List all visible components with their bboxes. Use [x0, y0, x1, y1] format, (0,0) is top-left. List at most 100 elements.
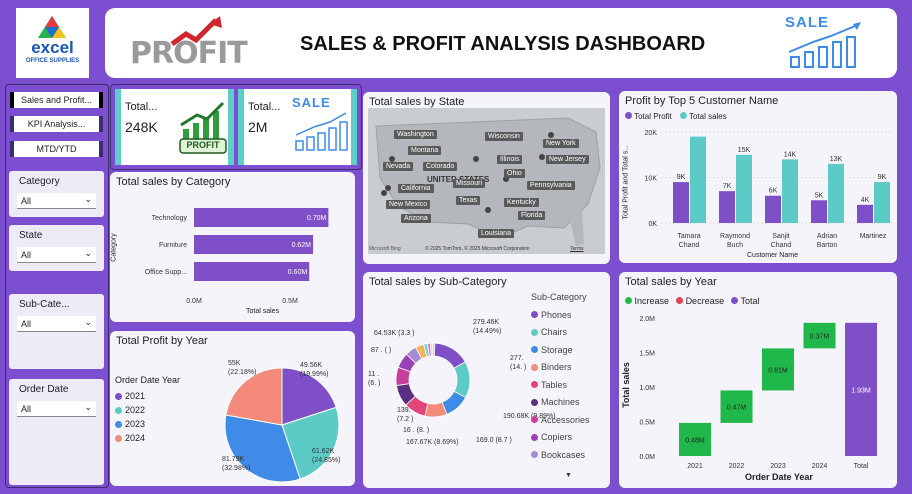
category-data-label: 0.62M	[292, 242, 312, 249]
subcat-data-label: 279.46K	[473, 319, 499, 326]
nav-kpi-analysis[interactable]: KPI Analysis...	[10, 116, 103, 132]
subcat-data-label: 11 .	[368, 371, 379, 378]
top5-tick-label: Sanjit	[772, 233, 790, 240]
top5-bar[interactable]	[811, 200, 827, 223]
slicer-state-value: All	[21, 249, 32, 260]
top5-bar[interactable]	[690, 136, 706, 223]
map-state-bubble[interactable]	[385, 185, 391, 191]
slicer-category-label: Category	[19, 176, 60, 187]
top5-chart: 20K 10K 0K 9K Tamara Chand 7K 15K Raymond Buch 6K 1…	[645, 130, 891, 249]
top5-bar[interactable]	[736, 154, 752, 223]
waterfall-data-label: 0.61M	[768, 367, 788, 374]
profit-year-card: Total Profit by Year Order Date Year 202…	[110, 331, 355, 486]
map-state-label[interactable]: Washington	[394, 130, 437, 139]
subcat-slice[interactable]	[432, 342, 436, 357]
category-data-label: 0.60M	[288, 269, 308, 276]
chevron-down-icon: ⌄	[84, 402, 92, 412]
page-title: SALES & PROFIT ANALYSIS DASHBOARD	[300, 33, 706, 55]
subcat-legend-item[interactable]: Phones	[531, 306, 590, 324]
top5-bar[interactable]	[765, 195, 781, 223]
top5-bar[interactable]	[874, 182, 890, 223]
map-copyright: © 2025 TomTom, © 2025 Microsoft Corporat…	[425, 246, 530, 252]
map-state-label[interactable]: New Mexico	[386, 200, 431, 209]
map-state-label[interactable]: Montana	[408, 146, 442, 155]
kpi-profit-value: 248K	[125, 119, 158, 135]
waterfall-data-label: 1.93M	[851, 387, 871, 394]
top5-bar[interactable]	[673, 182, 689, 223]
subcat-legend-item[interactable]: Machines	[531, 394, 590, 412]
subcat-legend-item[interactable]: Tables	[531, 376, 590, 394]
top5-bar[interactable]	[782, 159, 798, 223]
map-state-bubble[interactable]	[473, 156, 479, 162]
subcat-legend-item[interactable]: Bookcases	[531, 446, 590, 464]
kpi-total-profit[interactable]: Total... 248K PROFIT	[115, 89, 234, 165]
subcat-legend-item[interactable]: Binders	[531, 359, 590, 377]
subcat-legend-title: Sub-Category	[531, 292, 587, 302]
subcat-data-label: 169.0 (8.7 )	[476, 437, 512, 444]
subcat-legend-item[interactable]: Accessories	[531, 411, 590, 429]
sale-word: SALE	[785, 14, 830, 31]
top5-data-label: 9K	[677, 174, 686, 181]
slicer-orderdate-dropdown[interactable]: All ⌄	[17, 401, 96, 417]
map-state-label[interactable]: Colorado	[423, 162, 458, 171]
map-state-label[interactable]: Illinois	[497, 155, 523, 164]
chevron-down-icon: ⌄	[84, 317, 92, 327]
kpi-sales-icon-text: SALE	[292, 95, 331, 110]
waterfall-chart: 2.0M 1.5M 1.0M 0.5M 0.0M 0.48M 2021 0.47M 2022 0.…	[639, 316, 877, 470]
slicer-subcategory: Sub-Cate... All ⌄	[9, 294, 104, 369]
top5-bar[interactable]	[857, 204, 873, 223]
slicer-orderdate: Order Date All ⌄	[9, 379, 104, 485]
top5-data-label: 9K	[878, 174, 887, 181]
map-state-label[interactable]: Ohio	[504, 169, 525, 178]
subcat-legend-item[interactable]: Chairs	[531, 324, 590, 342]
map-state-label[interactable]: Kentucky	[504, 198, 539, 207]
subcat-legend-item[interactable]: Copiers	[531, 429, 590, 447]
waterfall-data-label: 0.47M	[727, 405, 747, 412]
map-state-bubble[interactable]	[485, 207, 491, 213]
map-title: Total sales by State	[369, 96, 465, 108]
map-state-label[interactable]: Pennsylvania	[527, 181, 575, 190]
map-terms-link[interactable]: Terms	[570, 246, 584, 252]
map-state-label[interactable]: California	[398, 184, 434, 193]
map-state-label[interactable]: Florida	[518, 211, 546, 220]
map-state-bubble[interactable]	[381, 190, 387, 196]
subcat-legend-item[interactable]: Storage	[531, 341, 590, 359]
map-state-label[interactable]: Nevada	[383, 162, 414, 171]
map-state-label[interactable]: Louisiana	[478, 229, 514, 238]
map-state-label[interactable]: Wisconsin	[485, 132, 523, 141]
map-state-label[interactable]: Texas	[456, 196, 481, 205]
profit-word: PROFIT	[130, 36, 248, 71]
slicer-category-dropdown[interactable]: All ⌄	[17, 193, 96, 209]
legend-scroll-down-icon[interactable]: ▼	[565, 472, 572, 479]
map-state-label[interactable]: Arizona	[401, 214, 431, 223]
slicer-category: Category All ⌄	[9, 171, 104, 217]
kpi-total-sales[interactable]: Total... 2M SALE	[238, 89, 357, 165]
top5-axis-tick: 20K	[645, 130, 658, 137]
kpi-sales-label: Total...	[248, 101, 281, 113]
nav-sales-profit[interactable]: Sales and Profit...	[10, 92, 103, 108]
profit-year-data-label: 61.62K	[312, 448, 335, 455]
nav-mtd-ytd[interactable]: MTD/YTD	[10, 141, 103, 157]
top5-tick-label: Chand	[679, 242, 700, 249]
slicer-state-dropdown[interactable]: All ⌄	[17, 247, 96, 263]
top5-data-label: 15K	[738, 147, 751, 154]
waterfall-tick-label: 2023	[770, 463, 786, 470]
top5-bar[interactable]	[719, 191, 735, 223]
slicer-subcategory-label: Sub-Cate...	[19, 299, 70, 310]
map-state-bubble[interactable]	[548, 132, 554, 138]
map-state-label[interactable]: Missouri	[453, 179, 486, 188]
subcat-data-label: 64.53K (3.3 )	[374, 330, 414, 337]
top5-ylabel: Total Profit and Total s...	[622, 144, 630, 220]
profit-year-slice[interactable]	[225, 367, 283, 426]
map-state-label[interactable]: New Jersey	[546, 155, 589, 164]
map-state-bubble[interactable]	[539, 154, 545, 160]
profit-year-data-label: 55K	[228, 360, 241, 367]
sale-graphic: SALE	[783, 12, 873, 72]
top5-xlabel: Customer Name	[747, 252, 798, 259]
slicer-subcategory-dropdown[interactable]: All ⌄	[17, 316, 96, 332]
map-state-label[interactable]: New York	[543, 139, 579, 148]
subcat-data-label: 16 . (8. )	[403, 427, 429, 434]
top5-tick-label: Tamara	[677, 233, 700, 240]
slicer-subcategory-value: All	[21, 318, 32, 329]
top5-bar[interactable]	[828, 163, 844, 223]
